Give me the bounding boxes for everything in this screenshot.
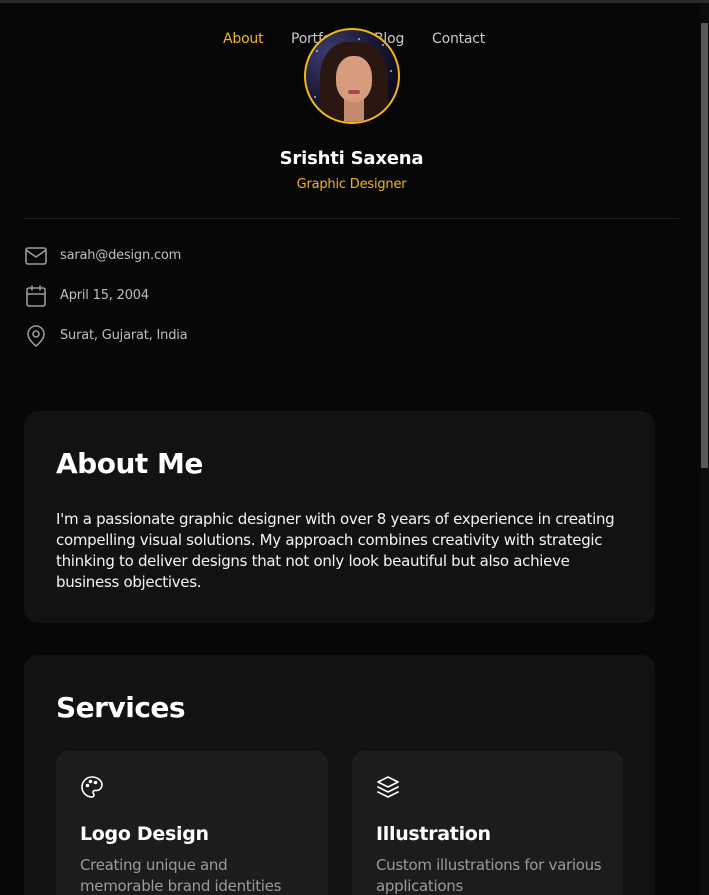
calendar-icon	[26, 285, 46, 307]
about-card: About Me I'm a passionate graphic design…	[24, 411, 655, 623]
scrollbar[interactable]	[700, 3, 709, 895]
scrollbar-thumb[interactable]	[701, 23, 708, 468]
birthday-text: April 15, 2004	[60, 288, 149, 303]
service-title: Logo Design	[80, 823, 209, 845]
email-text: sarah@design.com	[60, 248, 182, 263]
service-card-illustration[interactable]: Illustration Custom illustrations for va…	[352, 751, 623, 895]
divider	[24, 218, 679, 219]
profile-role: Graphic Designer	[296, 177, 407, 192]
service-title: Illustration	[376, 823, 491, 845]
service-description: Custom illustrations for various applica…	[376, 856, 602, 895]
layers-icon	[377, 776, 399, 798]
mail-icon	[25, 247, 47, 265]
window-top-border	[0, 0, 709, 3]
avatar	[304, 28, 400, 124]
services-card: Services Logo Design Creating unique and…	[24, 655, 655, 895]
location-text: Surat, Gujarat, India	[60, 328, 188, 343]
map-pin-icon	[27, 325, 45, 347]
palette-icon	[81, 776, 103, 798]
service-card-logo-design[interactable]: Logo Design Creating unique and memorabl…	[56, 751, 328, 895]
about-text: I'm a passionate graphic designer with o…	[56, 510, 615, 591]
profile-name: Srishti Saxena	[279, 148, 424, 169]
service-description: Creating unique and memorable brand iden…	[80, 856, 282, 895]
nav-about[interactable]: About	[223, 31, 264, 47]
nav-contact[interactable]: Contact	[432, 31, 485, 47]
services-title: Services	[56, 691, 186, 724]
about-title: About Me	[56, 447, 203, 480]
